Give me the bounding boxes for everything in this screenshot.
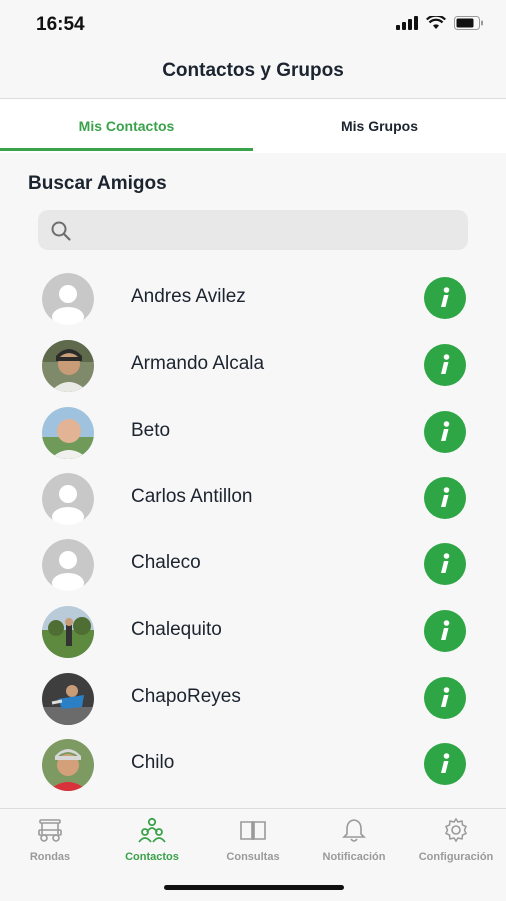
info-icon	[441, 287, 450, 307]
info-icon	[441, 421, 450, 441]
tabbar-item-contactos[interactable]: Contactos	[102, 817, 202, 863]
contact-row[interactable]: ChapoReyes	[0, 664, 506, 730]
contact-row[interactable]: Andres Avilez	[0, 264, 506, 330]
contact-name: ChapoReyes	[131, 686, 241, 707]
tabbar-item-rondas[interactable]: Rondas	[0, 817, 100, 863]
info-button[interactable]	[424, 411, 466, 453]
avatar-placeholder	[42, 473, 94, 525]
avatar-photo	[42, 739, 94, 791]
tabbar-label: Notificación	[322, 851, 386, 863]
status-time: 16:54	[36, 14, 85, 35]
contact-row[interactable]: Chaleco	[0, 530, 506, 596]
info-button[interactable]	[424, 344, 466, 386]
tabbar-label: Configuración	[418, 851, 494, 863]
avatar-photo	[42, 407, 94, 459]
contact-name: Chalequito	[131, 619, 222, 640]
contact-row[interactable]: Chalequito	[0, 597, 506, 663]
contact-row[interactable]: Carlos Antillon	[0, 464, 506, 530]
contact-name: Beto	[131, 420, 171, 441]
wifi-icon	[426, 16, 446, 29]
status-icons	[396, 16, 484, 30]
avatar-photo	[42, 606, 94, 658]
info-icon	[441, 687, 450, 707]
gear-icon	[445, 817, 467, 843]
avatar-photo	[42, 340, 94, 392]
tabbar-label: Contactos	[125, 851, 179, 863]
status-bar: 16:54	[0, 0, 506, 50]
contact-row[interactable]: Chilo	[0, 730, 506, 796]
contact-name: Carlos Antillon	[131, 486, 253, 507]
search-section-title: Buscar Amigos	[28, 173, 167, 194]
info-button[interactable]	[424, 610, 466, 652]
tabbar-item-notificacion[interactable]: Notificación	[304, 817, 404, 863]
tabbar-label: Rondas	[29, 851, 71, 863]
contact-name: Chaleco	[131, 552, 201, 573]
info-button[interactable]	[424, 543, 466, 585]
contact-name: Chilo	[131, 752, 175, 773]
info-icon	[441, 553, 450, 573]
battery-icon	[454, 16, 483, 30]
tab-mis-grupos[interactable]: Mis Grupos	[253, 99, 506, 153]
info-button[interactable]	[424, 477, 466, 519]
info-button[interactable]	[424, 277, 466, 319]
info-button[interactable]	[424, 743, 466, 785]
info-icon	[441, 620, 450, 640]
segment-tabs: Mis Contactos Mis Grupos	[0, 99, 506, 153]
book-icon	[240, 821, 266, 840]
search-bar	[38, 210, 468, 252]
tabbar-item-consultas[interactable]: Consultas	[203, 817, 303, 863]
contact-row[interactable]: Beto	[0, 398, 506, 464]
tab-mis-contactos[interactable]: Mis Contactos	[0, 99, 253, 153]
contact-row[interactable]: Armando Alcala	[0, 331, 506, 397]
info-icon	[441, 487, 450, 507]
search-input[interactable]	[78, 210, 462, 252]
contact-name: Armando Alcala	[131, 353, 265, 374]
bell-icon	[342, 819, 366, 842]
tabbar-label: Consultas	[226, 851, 280, 863]
avatar-placeholder	[42, 273, 94, 325]
contact-name: Andres Avilez	[131, 286, 246, 307]
search-icon	[51, 221, 71, 241]
home-indicator[interactable]	[164, 885, 344, 890]
avatar-photo	[42, 673, 94, 725]
people-icon	[138, 817, 166, 843]
tabbar-item-configuracion[interactable]: Configuración	[406, 817, 506, 863]
info-icon	[441, 753, 450, 773]
signal-icon	[396, 16, 418, 30]
page-title: Contactos y Grupos	[162, 60, 344, 81]
info-icon	[441, 354, 450, 374]
info-button[interactable]	[424, 677, 466, 719]
golf-cart-icon	[38, 819, 62, 842]
avatar-placeholder	[42, 539, 94, 591]
